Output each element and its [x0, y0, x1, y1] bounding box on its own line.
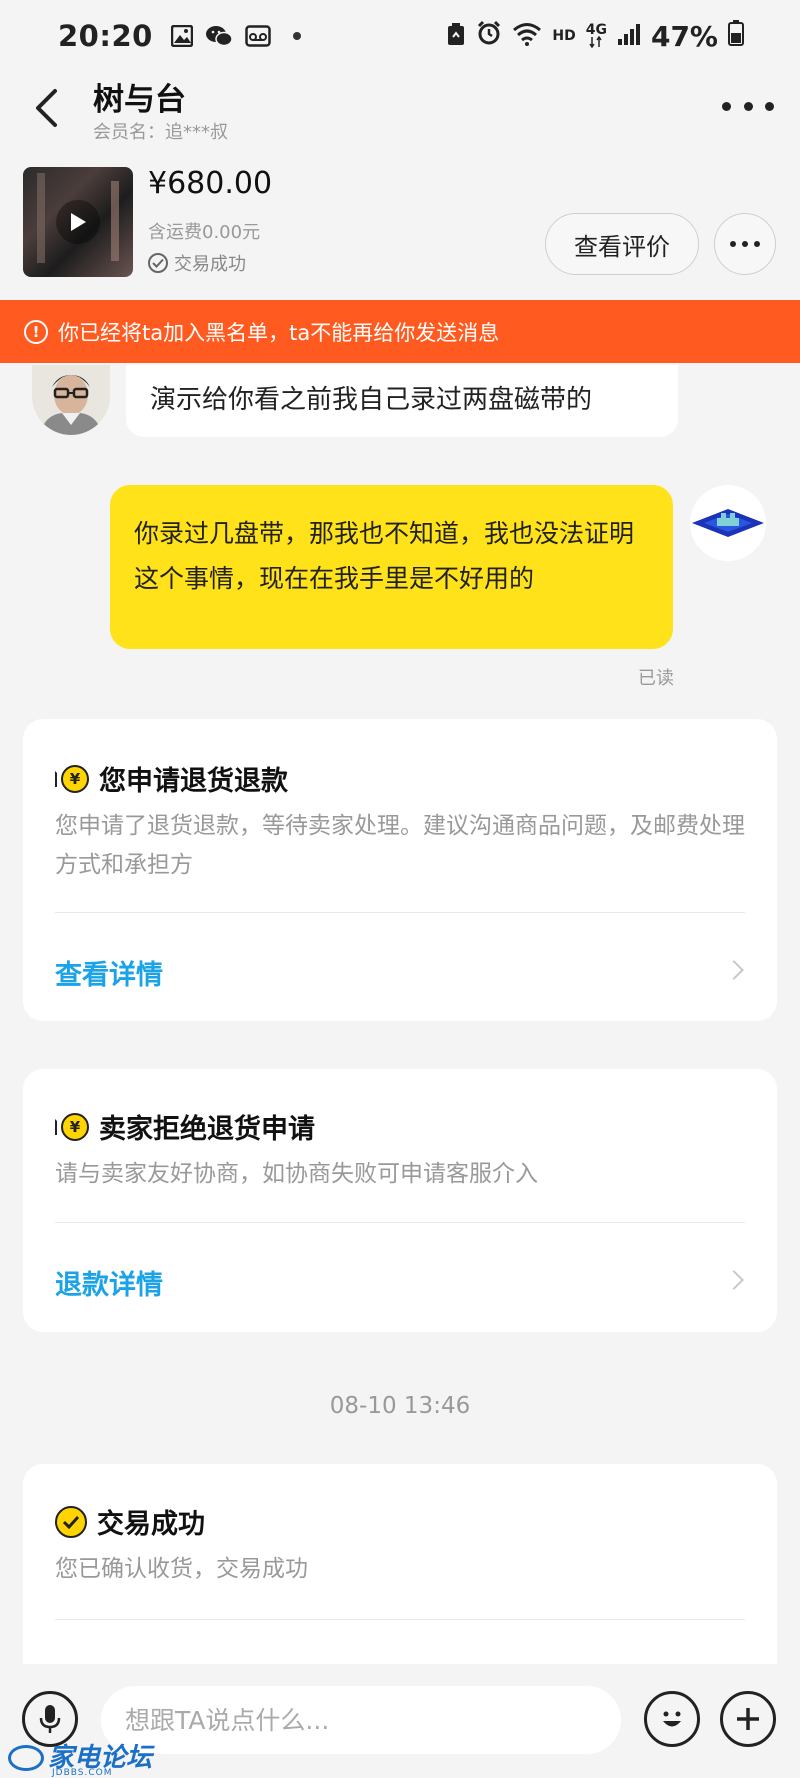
card-title: 您申请退货退款 [99, 766, 288, 797]
voicemail-icon [245, 25, 271, 47]
seller-refused-card: ¥ 卖家拒绝退货申请 请与卖家友好协商，如协商失败可申请客服介入 退款详情 [23, 1069, 777, 1332]
warning-icon: ! [24, 319, 48, 344]
alarm-icon [476, 19, 502, 53]
card-title-row: 交易成功 [55, 1502, 205, 1541]
message-input[interactable] [101, 1686, 621, 1754]
watermark-subtext: JDBBS.COM [52, 1768, 113, 1778]
battery-icon [728, 19, 744, 53]
yen-coin-icon: ¥ [55, 763, 89, 795]
plus-icon [737, 1708, 759, 1730]
wifi-icon [512, 19, 542, 53]
hd-label: HD [552, 28, 576, 44]
dot [765, 101, 774, 111]
dot [754, 241, 760, 247]
motion-mark [55, 1118, 61, 1135]
card-title: 卖家拒绝退货申请 [99, 1114, 315, 1145]
trade-status-label: 交易成功 [174, 254, 246, 275]
message-timestamp: 08-10 13:46 [329, 1393, 471, 1419]
chat-title: 树与台 [93, 82, 186, 118]
chevron-right-icon[interactable] [724, 960, 744, 980]
check-circle-icon [55, 1505, 87, 1538]
shipping-fee: 含运费0.00元 [148, 222, 261, 243]
product-more-button[interactable] [714, 213, 776, 275]
dot [722, 101, 731, 111]
trade-status: 交易成功 [148, 250, 246, 276]
status-right-group: HD 4G 47% [446, 19, 744, 53]
microphone-icon [39, 1705, 61, 1733]
blacklist-text: 你已经将ta加入黑名单，ta不能再给你发送消息 [58, 320, 500, 345]
view-details-link[interactable]: 查看详情 [55, 953, 163, 992]
thumb-detail [37, 173, 45, 263]
network-label: 4G [585, 22, 607, 38]
dot [742, 241, 748, 247]
product-price: ¥680.00 [148, 166, 273, 201]
refund-details-link[interactable]: 退款详情 [55, 1263, 163, 1302]
message-bubble-received[interactable]: 演示给你看之前我自己录过两盘磁带的 [126, 365, 678, 437]
network-4g-icon: 4G [585, 22, 607, 48]
card-title-row: ¥ 卖家拒绝退货申请 [55, 1107, 315, 1146]
product-thumbnail[interactable] [23, 167, 133, 277]
coin: ¥ [61, 1112, 89, 1141]
read-status: 已读 [638, 668, 674, 689]
back-button[interactable] [24, 78, 68, 138]
divider [55, 912, 745, 913]
more-actions-button[interactable] [720, 1691, 776, 1747]
voice-input-button[interactable] [22, 1691, 78, 1747]
status-bar: 20:20 HD 4G 47% [0, 0, 800, 72]
battery-percent: 47% [650, 19, 718, 53]
message-bubble-sent[interactable]: 你录过几盘带，那我也不知道，我也没法证明这个事情，现在在我手里是不好用的 [110, 485, 673, 649]
smile-icon [663, 1711, 681, 1727]
forum-watermark: 家电论坛 JDBBS.COM [8, 1740, 152, 1778]
emoji-button[interactable] [644, 1691, 700, 1747]
status-time: 20:20 [58, 19, 153, 53]
user-avatar[interactable] [690, 485, 766, 561]
gallery-icon [170, 25, 193, 47]
blacklist-banner: ! 你已经将ta加入黑名单，ta不能再给你发送消息 [0, 300, 800, 363]
card-title: 交易成功 [97, 1509, 205, 1540]
view-review-button[interactable]: 查看评价 [545, 213, 699, 275]
product-card: ¥680.00 含运费0.00元 交易成功 查看评价 [0, 148, 800, 298]
coin: ¥ [61, 764, 89, 793]
motion-mark [55, 770, 61, 787]
signal-icon [617, 19, 641, 53]
refund-request-card: ¥ 您申请退货退款 您申请了退货退款，等待卖家处理。建议沟通商品问题，及邮费处理… [23, 719, 777, 1021]
card-title-row: ¥ 您申请退货退款 [55, 759, 288, 798]
more-menu-button[interactable] [722, 88, 774, 124]
chevron-right-icon[interactable] [724, 1270, 744, 1290]
thumb-detail [111, 181, 119, 261]
chevron-left-icon [36, 89, 57, 127]
seller-avatar[interactable] [32, 365, 110, 435]
divider [55, 1619, 745, 1620]
check-circle-icon [148, 253, 168, 273]
recycle-icon [446, 19, 466, 53]
play-icon[interactable] [56, 200, 100, 244]
wechat-icon [205, 24, 233, 48]
dot [743, 101, 753, 111]
chat-header: 树与台 会员名：追***叔 [0, 72, 800, 146]
dot [730, 241, 736, 247]
divider [55, 1222, 745, 1223]
card-description: 您申请了退货退款，等待卖家处理。建议沟通商品问题，及邮费处理方式和承担方 [55, 813, 745, 878]
watermark-logo-icon [8, 1745, 44, 1771]
member-name: 会员名：追***叔 [93, 122, 228, 143]
yen-coin-icon: ¥ [55, 1111, 89, 1143]
notification-dot [292, 32, 301, 40]
card-description: 请与卖家友好协商，如协商失败可申请客服介入 [55, 1161, 538, 1187]
card-description: 您已确认收货，交易成功 [55, 1556, 308, 1582]
